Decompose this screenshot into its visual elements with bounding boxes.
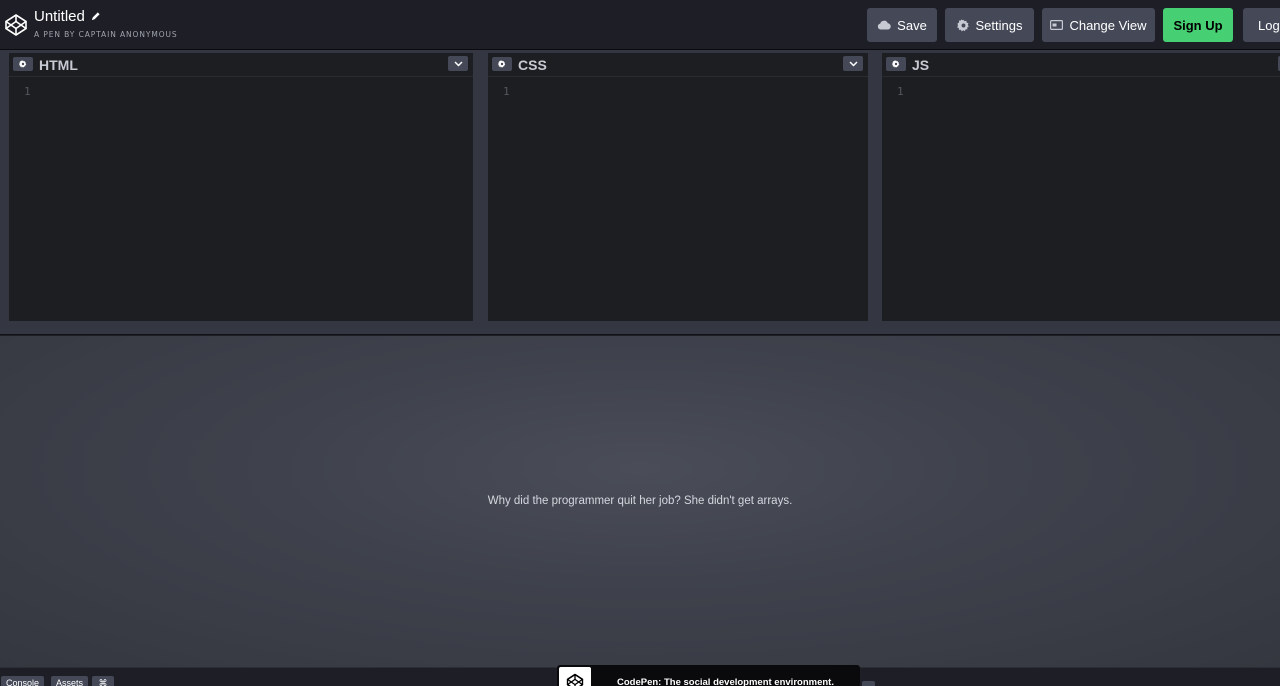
change-view-label: Change View bbox=[1069, 17, 1147, 33]
js-editor-title: JS bbox=[912, 57, 930, 73]
login-button[interactable]: Log bbox=[1243, 8, 1280, 42]
html-editor-title: HTML bbox=[39, 57, 78, 73]
html-editor[interactable]: HTML 1 bbox=[9, 53, 473, 321]
settings-label: Settings bbox=[975, 17, 1023, 33]
html-settings-icon[interactable] bbox=[13, 57, 33, 71]
promo-popup[interactable]: CodePen: The social development environm… bbox=[557, 665, 860, 686]
editors-panel: HTML 1 CSS 1 JS 1 bbox=[0, 50, 1280, 335]
sign-up-button[interactable]: Sign Up bbox=[1163, 8, 1233, 42]
console-button[interactable]: Console bbox=[1, 676, 44, 686]
js-settings-icon[interactable] bbox=[886, 57, 906, 71]
save-button[interactable]: Save bbox=[867, 8, 937, 42]
preview-text: Why did the programmer quit her job? She… bbox=[487, 495, 793, 507]
sign-up-label: Sign Up bbox=[1173, 17, 1223, 33]
save-label: Save bbox=[897, 17, 927, 33]
css-editor-header: CSS bbox=[488, 53, 868, 77]
codepen-logo-icon bbox=[559, 667, 591, 686]
promo-text: CodePen: The social development environm… bbox=[617, 677, 834, 686]
html-editor-header: HTML bbox=[9, 53, 473, 77]
css-editor-title: CSS bbox=[518, 57, 547, 73]
pencil-edit-icon[interactable] bbox=[90, 11, 101, 22]
css-settings-icon[interactable] bbox=[492, 57, 512, 71]
pen-title-area: Untitled A PEN BY CAPTAIN ANONYMOUS bbox=[34, 8, 178, 39]
codepen-logo-icon[interactable] bbox=[4, 13, 28, 37]
line-number: 1 bbox=[897, 85, 904, 98]
settings-button[interactable]: Settings bbox=[945, 8, 1034, 42]
chevron-down-icon[interactable] bbox=[448, 56, 468, 71]
assets-button[interactable]: Assets bbox=[51, 676, 88, 686]
cloud-icon bbox=[878, 20, 891, 30]
panel-resizer[interactable] bbox=[0, 324, 1280, 335]
chevron-down-icon[interactable] bbox=[843, 56, 863, 71]
pen-author: A PEN BY CAPTAIN ANONYMOUS bbox=[34, 30, 178, 39]
top-bar: Untitled A PEN BY CAPTAIN ANONYMOUS Save… bbox=[0, 0, 1280, 50]
footer-small-button[interactable] bbox=[862, 681, 875, 686]
line-number: 1 bbox=[24, 85, 31, 98]
js-editor[interactable]: JS 1 bbox=[882, 53, 1280, 321]
css-editor[interactable]: CSS 1 bbox=[488, 53, 868, 321]
shortcuts-button[interactable]: ⌘ bbox=[92, 676, 114, 686]
line-number: 1 bbox=[503, 85, 510, 98]
layout-icon bbox=[1050, 20, 1064, 30]
result-preview[interactable]: Why did the programmer quit her job? She… bbox=[0, 336, 1280, 667]
change-view-button[interactable]: Change View bbox=[1042, 8, 1155, 42]
login-label: Log bbox=[1258, 17, 1280, 33]
gear-icon bbox=[956, 18, 969, 31]
pen-title[interactable]: Untitled bbox=[34, 8, 85, 25]
js-editor-header: JS bbox=[882, 53, 1280, 77]
